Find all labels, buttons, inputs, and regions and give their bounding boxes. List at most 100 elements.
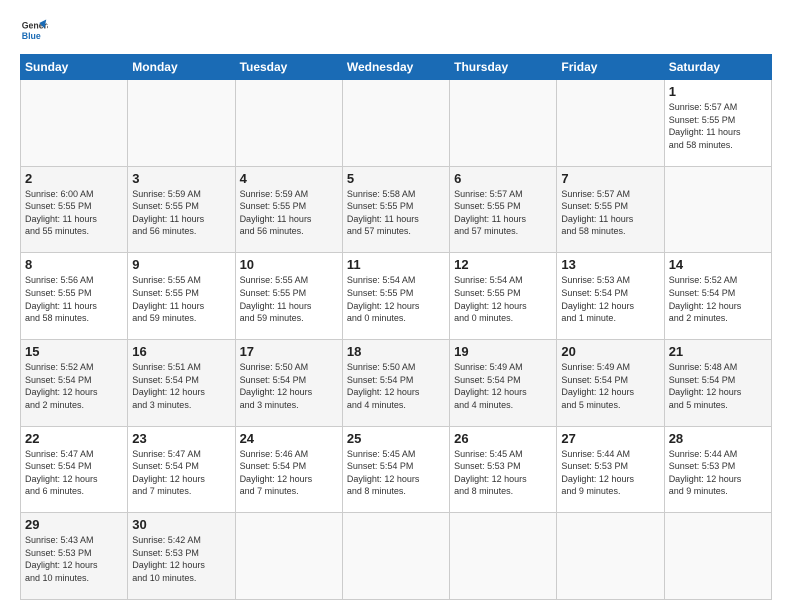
- day-info: Sunrise: 5:44 AM Sunset: 5:53 PM Dayligh…: [561, 448, 659, 498]
- calendar-day: 8 Sunrise: 5:56 AM Sunset: 5:55 PM Daylig…: [21, 253, 128, 340]
- day-info: Sunrise: 6:00 AM Sunset: 5:55 PM Dayligh…: [25, 188, 123, 238]
- day-info: Sunrise: 5:57 AM Sunset: 5:55 PM Dayligh…: [454, 188, 552, 238]
- logo: General Blue: [20, 16, 52, 44]
- calendar-day: 15Sunrise: 5:52 AM Sunset: 5:54 PM Dayli…: [21, 339, 128, 426]
- day-info: Sunrise: 5:55 AM Sunset: 5:55 PM Dayligh…: [240, 274, 338, 324]
- calendar-day: 5 Sunrise: 5:58 AM Sunset: 5:55 PM Daylig…: [342, 166, 449, 253]
- calendar-week-6: 29 Sunrise: 5:43 AM Sunset: 5:53 PM Dayli…: [21, 513, 772, 600]
- day-number: 28: [669, 431, 767, 446]
- calendar-header-row: SundayMondayTuesdayWednesdayThursdayFrid…: [21, 55, 772, 80]
- day-info: Sunrise: 5:55 AM Sunset: 5:55 PM Dayligh…: [132, 274, 230, 324]
- calendar-day: 27 Sunrise: 5:44 AM Sunset: 5:53 PM Dayli…: [557, 426, 664, 513]
- day-number: 27: [561, 431, 659, 446]
- logo-icon: General Blue: [20, 16, 48, 44]
- calendar-day: 25 Sunrise: 5:45 AM Sunset: 5:54 PM Dayli…: [342, 426, 449, 513]
- day-info: Sunrise: 5:48 AM Sunset: 5:54 PM Dayligh…: [669, 361, 767, 411]
- day-number: 19: [454, 344, 552, 359]
- calendar-day: 7Sunrise: 5:57 AM Sunset: 5:55 PM Daylig…: [557, 166, 664, 253]
- calendar-week-5: 22 Sunrise: 5:47 AM Sunset: 5:54 PM Dayli…: [21, 426, 772, 513]
- day-info: Sunrise: 5:49 AM Sunset: 5:54 PM Dayligh…: [454, 361, 552, 411]
- calendar-day: 20 Sunrise: 5:49 AM Sunset: 5:54 PM Dayli…: [557, 339, 664, 426]
- day-header-wednesday: Wednesday: [342, 55, 449, 80]
- calendar-day: 23Sunrise: 5:47 AM Sunset: 5:54 PM Dayli…: [128, 426, 235, 513]
- day-info: Sunrise: 5:45 AM Sunset: 5:54 PM Dayligh…: [347, 448, 445, 498]
- day-number: 26: [454, 431, 552, 446]
- day-header-sunday: Sunday: [21, 55, 128, 80]
- day-number: 30: [132, 517, 230, 532]
- calendar-week-4: 15Sunrise: 5:52 AM Sunset: 5:54 PM Dayli…: [21, 339, 772, 426]
- calendar-week-2: 2 Sunrise: 6:00 AM Sunset: 5:55 PM Daylig…: [21, 166, 772, 253]
- day-number: 16: [132, 344, 230, 359]
- calendar-day: [342, 80, 449, 167]
- calendar-day: 19 Sunrise: 5:49 AM Sunset: 5:54 PM Dayli…: [450, 339, 557, 426]
- page: General Blue SundayMondayTuesdayWednesda…: [0, 0, 792, 612]
- day-info: Sunrise: 5:56 AM Sunset: 5:55 PM Dayligh…: [25, 274, 123, 324]
- calendar-day: 3 Sunrise: 5:59 AM Sunset: 5:55 PM Daylig…: [128, 166, 235, 253]
- calendar-day: 26 Sunrise: 5:45 AM Sunset: 5:53 PM Dayli…: [450, 426, 557, 513]
- day-number: 20: [561, 344, 659, 359]
- day-info: Sunrise: 5:47 AM Sunset: 5:54 PM Dayligh…: [25, 448, 123, 498]
- day-number: 29: [25, 517, 123, 532]
- calendar-day: [235, 513, 342, 600]
- day-number: 10: [240, 257, 338, 272]
- calendar-day: 16 Sunrise: 5:51 AM Sunset: 5:54 PM Dayli…: [128, 339, 235, 426]
- day-info: Sunrise: 5:51 AM Sunset: 5:54 PM Dayligh…: [132, 361, 230, 411]
- calendar-day: [21, 80, 128, 167]
- day-info: Sunrise: 5:44 AM Sunset: 5:53 PM Dayligh…: [669, 448, 767, 498]
- day-number: 4: [240, 171, 338, 186]
- calendar-day: [450, 513, 557, 600]
- day-number: 5: [347, 171, 445, 186]
- calendar-day: [128, 80, 235, 167]
- calendar-day: 18 Sunrise: 5:50 AM Sunset: 5:54 PM Dayli…: [342, 339, 449, 426]
- header: General Blue: [20, 16, 772, 44]
- day-info: Sunrise: 5:52 AM Sunset: 5:54 PM Dayligh…: [669, 274, 767, 324]
- day-info: Sunrise: 5:50 AM Sunset: 5:54 PM Dayligh…: [240, 361, 338, 411]
- day-number: 18: [347, 344, 445, 359]
- calendar-table: SundayMondayTuesdayWednesdayThursdayFrid…: [20, 54, 772, 600]
- calendar-day: 22 Sunrise: 5:47 AM Sunset: 5:54 PM Dayli…: [21, 426, 128, 513]
- calendar-day: [664, 513, 771, 600]
- day-number: 2: [25, 171, 123, 186]
- day-info: Sunrise: 5:59 AM Sunset: 5:55 PM Dayligh…: [132, 188, 230, 238]
- day-info: Sunrise: 5:43 AM Sunset: 5:53 PM Dayligh…: [25, 534, 123, 584]
- calendar-day: 6 Sunrise: 5:57 AM Sunset: 5:55 PM Daylig…: [450, 166, 557, 253]
- calendar-day: [557, 513, 664, 600]
- day-info: Sunrise: 5:58 AM Sunset: 5:55 PM Dayligh…: [347, 188, 445, 238]
- day-header-friday: Friday: [557, 55, 664, 80]
- day-number: 25: [347, 431, 445, 446]
- calendar-day: 21Sunrise: 5:48 AM Sunset: 5:54 PM Dayli…: [664, 339, 771, 426]
- calendar-day: [450, 80, 557, 167]
- calendar-day: 11Sunrise: 5:54 AM Sunset: 5:55 PM Dayli…: [342, 253, 449, 340]
- calendar-day: 10 Sunrise: 5:55 AM Sunset: 5:55 PM Dayli…: [235, 253, 342, 340]
- day-number: 6: [454, 171, 552, 186]
- calendar-day: 9 Sunrise: 5:55 AM Sunset: 5:55 PM Daylig…: [128, 253, 235, 340]
- calendar-day: 24Sunrise: 5:46 AM Sunset: 5:54 PM Dayli…: [235, 426, 342, 513]
- calendar-day: 4Sunrise: 5:59 AM Sunset: 5:55 PM Daylig…: [235, 166, 342, 253]
- day-number: 3: [132, 171, 230, 186]
- day-info: Sunrise: 5:45 AM Sunset: 5:53 PM Dayligh…: [454, 448, 552, 498]
- calendar-day: 2 Sunrise: 6:00 AM Sunset: 5:55 PM Daylig…: [21, 166, 128, 253]
- day-number: 22: [25, 431, 123, 446]
- day-header-saturday: Saturday: [664, 55, 771, 80]
- calendar-day: 14 Sunrise: 5:52 AM Sunset: 5:54 PM Dayli…: [664, 253, 771, 340]
- day-info: Sunrise: 5:50 AM Sunset: 5:54 PM Dayligh…: [347, 361, 445, 411]
- svg-text:Blue: Blue: [22, 31, 41, 41]
- day-number: 24: [240, 431, 338, 446]
- calendar-day: [235, 80, 342, 167]
- calendar-day: 13 Sunrise: 5:53 AM Sunset: 5:54 PM Dayli…: [557, 253, 664, 340]
- day-header-tuesday: Tuesday: [235, 55, 342, 80]
- day-number: 9: [132, 257, 230, 272]
- day-number: 15: [25, 344, 123, 359]
- day-info: Sunrise: 5:53 AM Sunset: 5:54 PM Dayligh…: [561, 274, 659, 324]
- calendar-day: 28 Sunrise: 5:44 AM Sunset: 5:53 PM Dayli…: [664, 426, 771, 513]
- calendar-week-1: 1 Sunrise: 5:57 AM Sunset: 5:55 PM Daylig…: [21, 80, 772, 167]
- day-number: 1: [669, 84, 767, 99]
- day-info: Sunrise: 5:57 AM Sunset: 5:55 PM Dayligh…: [669, 101, 767, 151]
- day-number: 13: [561, 257, 659, 272]
- day-number: 8: [25, 257, 123, 272]
- calendar-day: [664, 166, 771, 253]
- day-info: Sunrise: 5:49 AM Sunset: 5:54 PM Dayligh…: [561, 361, 659, 411]
- day-number: 17: [240, 344, 338, 359]
- day-number: 14: [669, 257, 767, 272]
- day-info: Sunrise: 5:57 AM Sunset: 5:55 PM Dayligh…: [561, 188, 659, 238]
